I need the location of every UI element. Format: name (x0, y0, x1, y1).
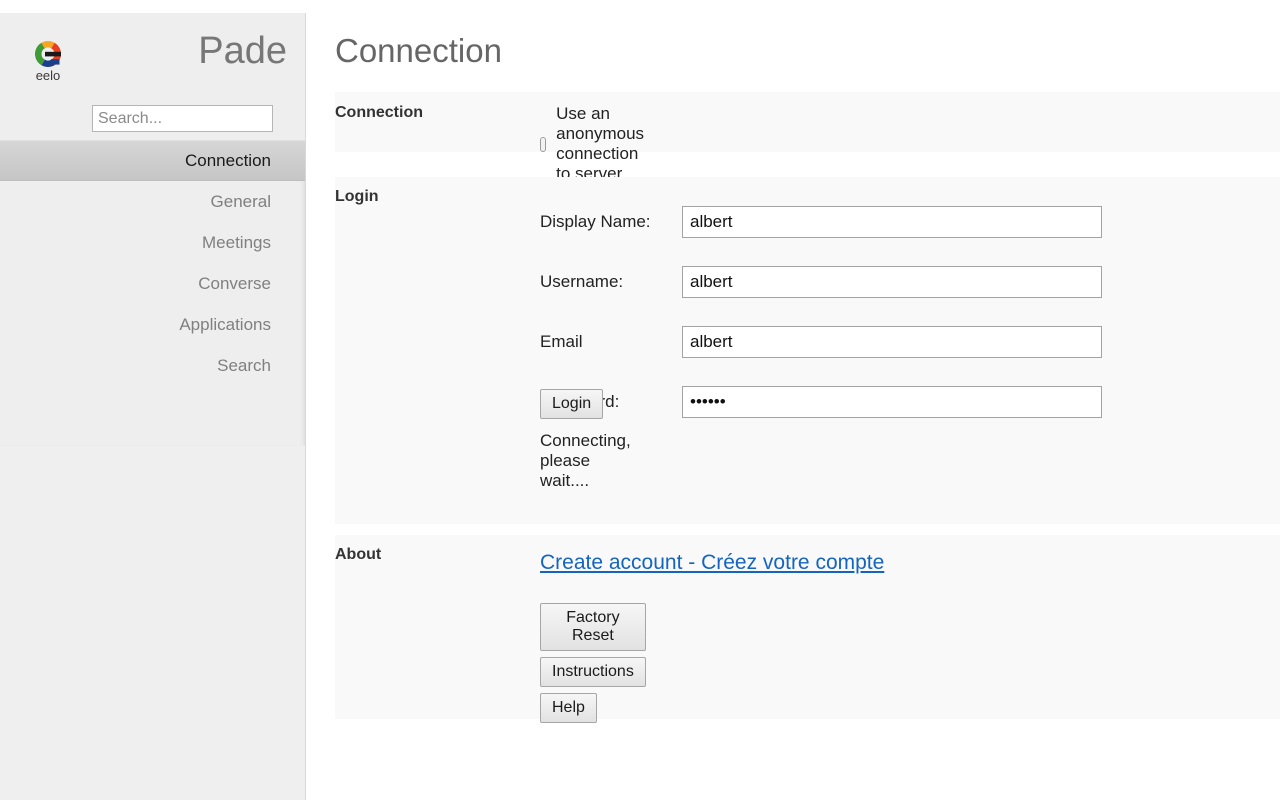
sidebar-item-label: Meetings (202, 233, 271, 252)
window-top-strip (0, 0, 1280, 13)
sidebar-item-search[interactable]: Search (0, 345, 305, 386)
create-account-link[interactable]: Create account - Créez votre compte (540, 551, 884, 575)
search-input[interactable] (92, 105, 273, 132)
eelo-logo-text: eelo (36, 68, 61, 83)
app-title: Pade (198, 29, 287, 73)
section-heading-login: Login (335, 188, 525, 206)
connection-status-text: Connecting, please wait.... (540, 431, 631, 491)
sidebar-item-converse[interactable]: Converse (0, 263, 305, 304)
sidebar-item-connection[interactable]: Connection (0, 140, 305, 181)
brand-row: eelo Pade (0, 13, 305, 85)
section-heading-about: About (335, 546, 525, 564)
display-name-row: Display Name: (540, 206, 1102, 238)
instructions-button[interactable]: Instructions (540, 657, 646, 687)
main-content: Connection Connection Use an anonymous c… (307, 13, 1280, 800)
login-section: Login Display Name: Username: Email Pass… (335, 177, 1280, 524)
email-input[interactable] (682, 326, 1102, 358)
about-section: About Create account - Créez votre compt… (335, 535, 1280, 719)
page-title: Connection (335, 32, 502, 70)
sidebar-item-meetings[interactable]: Meetings (0, 222, 305, 263)
display-name-label: Display Name: (540, 212, 682, 232)
username-input[interactable] (682, 266, 1102, 298)
email-label: Email (540, 332, 682, 352)
username-row: Username: (540, 266, 1102, 298)
anonymous-connection-checkbox[interactable] (540, 137, 546, 152)
sidebar-item-label: Connection (185, 151, 271, 170)
help-button[interactable]: Help (540, 693, 597, 723)
factory-reset-button[interactable]: Factory Reset (540, 603, 646, 651)
display-name-input[interactable] (682, 206, 1102, 238)
sidebar-nav: Connection General Meetings Converse App… (0, 140, 305, 386)
password-input[interactable] (682, 386, 1102, 418)
login-button[interactable]: Login (540, 389, 603, 419)
sidebar: eelo Pade Connection General Meetings Co… (0, 13, 306, 800)
pade-settings-window: eelo Pade Connection General Meetings Co… (0, 0, 1280, 800)
connection-section: Connection Use an anonymous connection t… (335, 92, 1280, 152)
sidebar-item-label: Search (217, 356, 271, 375)
anonymous-connection-label: Use an anonymous connection to server (556, 104, 653, 184)
sidebar-header: eelo Pade (0, 13, 305, 140)
eelo-logo-icon: eelo (24, 35, 72, 83)
section-heading-connection: Connection (335, 104, 525, 122)
username-label: Username: (540, 272, 682, 292)
search-container (0, 105, 306, 132)
sidebar-item-label: Converse (198, 274, 271, 293)
sidebar-empty-area (0, 445, 305, 800)
sidebar-item-applications[interactable]: Applications (0, 304, 305, 345)
anonymous-connection-row: Use an anonymous connection to server (540, 104, 653, 184)
sidebar-item-general[interactable]: General (0, 181, 305, 222)
sidebar-item-label: Applications (179, 315, 271, 334)
about-buttons-group: Factory Reset Instructions Help (540, 603, 646, 729)
sidebar-item-label: General (211, 192, 271, 211)
password-row: Password: (540, 386, 1102, 418)
email-row: Email (540, 326, 1102, 358)
